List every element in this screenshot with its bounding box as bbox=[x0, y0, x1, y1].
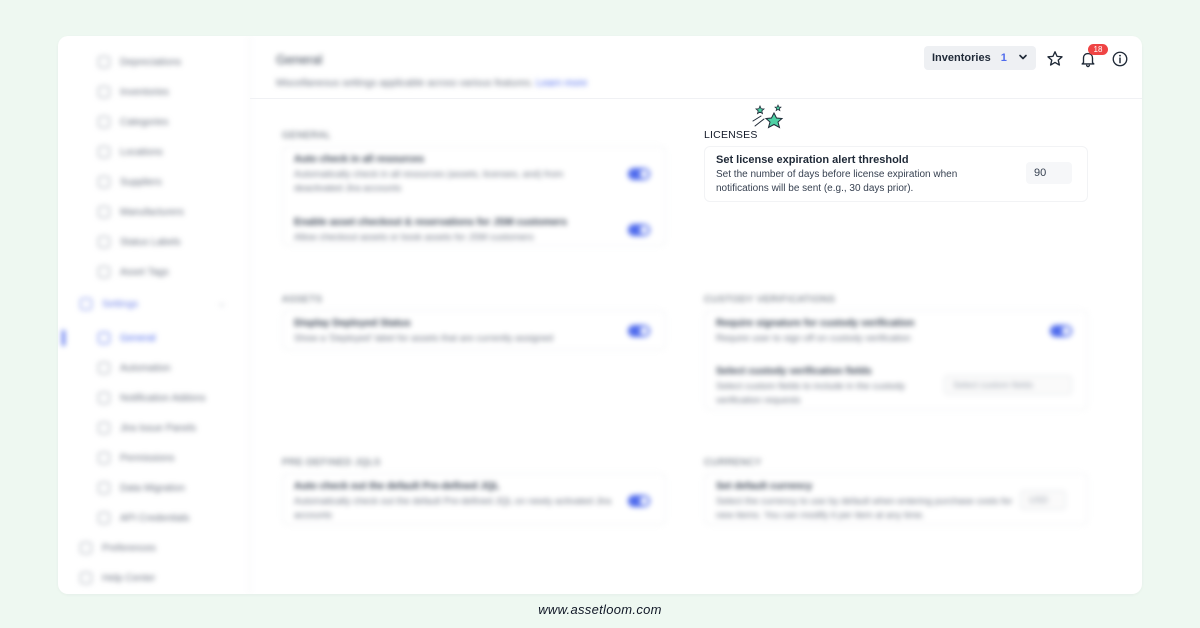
star-icon[interactable] bbox=[1046, 50, 1064, 68]
section-title: GENERAL bbox=[282, 130, 331, 141]
panel-icon bbox=[98, 422, 110, 434]
sidebar-item-categories[interactable]: Categories bbox=[98, 114, 168, 130]
auto-check-in-toggle[interactable] bbox=[628, 168, 650, 180]
section-title: CUSTODY VERIFICATIONS bbox=[704, 294, 836, 305]
sidebar: Depreciations Inventories Categories Loc… bbox=[58, 36, 250, 594]
license-threshold-desc: Set the number of days before license ex… bbox=[716, 169, 958, 194]
preferences-icon bbox=[80, 542, 92, 554]
location-icon bbox=[98, 146, 110, 158]
section-title: PRE-DEFINED JQLS bbox=[282, 457, 381, 468]
row-desc: Select custom fields to include in the c… bbox=[716, 381, 906, 406]
sidebar-item-status-labels[interactable]: Status Labels bbox=[98, 234, 181, 250]
chevron-down-icon bbox=[1018, 52, 1028, 65]
automation-icon bbox=[98, 362, 110, 374]
row-title: Display Deployed Status bbox=[294, 318, 411, 329]
sidebar-item-automation[interactable]: Automation bbox=[98, 360, 171, 376]
help-icon bbox=[80, 572, 92, 584]
inventory-icon bbox=[98, 86, 110, 98]
license-threshold-input[interactable] bbox=[1026, 162, 1072, 184]
section-title: ASSETS bbox=[282, 294, 323, 305]
notification-addon-icon bbox=[98, 392, 110, 404]
row-title: Set default currency bbox=[716, 481, 813, 492]
settings-icon bbox=[80, 298, 92, 310]
row-desc: Automatically check in all resources (as… bbox=[294, 169, 564, 194]
learn-more-link[interactable]: Learn more bbox=[536, 78, 587, 89]
sidebar-item-manufacturers[interactable]: Manufacturers bbox=[98, 204, 184, 220]
signature-toggle[interactable] bbox=[1050, 325, 1072, 337]
row-desc: Automatically check out the default Pre-… bbox=[294, 496, 612, 521]
inventory-label: Inventories bbox=[932, 52, 991, 64]
status-label-icon bbox=[98, 236, 110, 248]
sidebar-item-general[interactable]: General bbox=[98, 330, 156, 346]
sidebar-item-data-migration[interactable]: Data Migration bbox=[98, 480, 185, 496]
depreciation-icon bbox=[98, 56, 110, 68]
supplier-icon bbox=[98, 176, 110, 188]
inventory-switcher[interactable]: Inventories 1 bbox=[924, 46, 1036, 70]
sidebar-item-inventories[interactable]: Inventories bbox=[98, 84, 169, 100]
notification-badge: 18 bbox=[1088, 44, 1108, 55]
permission-icon bbox=[98, 452, 110, 464]
sidebar-item-api-credentials[interactable]: API Credentials bbox=[98, 510, 189, 526]
sidebar-item-preferences[interactable]: Preferences bbox=[80, 540, 156, 556]
row-desc: Allow checkout assets or book assets for… bbox=[294, 232, 534, 243]
inventory-count: 1 bbox=[1000, 52, 1007, 64]
license-threshold-title: Set license expiration alert threshold bbox=[716, 154, 909, 166]
row-title: Auto check in all resources bbox=[294, 154, 425, 165]
general-icon bbox=[98, 332, 110, 344]
active-indicator bbox=[62, 330, 65, 346]
row-title: Enable asset checkout & reservations for… bbox=[294, 217, 567, 228]
sidebar-item-settings[interactable]: Settings bbox=[80, 296, 138, 312]
row-title: Require signature for custody verificati… bbox=[716, 318, 915, 329]
migration-icon bbox=[98, 482, 110, 494]
currency-select[interactable]: USD bbox=[1020, 490, 1066, 510]
sidebar-item-help-center[interactable]: Help Center bbox=[80, 570, 155, 586]
row-desc: Require user to sign off on custody veri… bbox=[716, 333, 911, 344]
page-subtitle: Miscellaneous settings applicable across… bbox=[276, 78, 588, 89]
section-title: CURRENCY bbox=[704, 457, 762, 468]
sidebar-item-notification-addons[interactable]: Notification Addons bbox=[98, 390, 206, 406]
predefined-jql-toggle[interactable] bbox=[628, 495, 650, 507]
sidebar-item-locations[interactable]: Locations bbox=[98, 144, 163, 160]
info-icon[interactable] bbox=[1111, 50, 1129, 68]
sidebar-item-permissions[interactable]: Permissions bbox=[98, 450, 174, 466]
custody-fields-select[interactable]: Select custom fields bbox=[944, 375, 1072, 395]
row-desc: Select the currency to use by default wh… bbox=[716, 496, 1013, 521]
chevron-down-icon[interactable]: ⌄ bbox=[218, 298, 226, 309]
category-icon bbox=[98, 116, 110, 128]
sidebar-item-jira-issue-panels[interactable]: Jira Issue Panels bbox=[98, 420, 196, 436]
footer-url: www.assetloom.com bbox=[538, 602, 662, 617]
tag-icon bbox=[98, 266, 110, 278]
app-window: Depreciations Inventories Categories Loc… bbox=[58, 36, 1142, 594]
row-title: Select custody verification fields bbox=[716, 366, 872, 377]
sidebar-item-depreciations[interactable]: Depreciations bbox=[98, 54, 181, 70]
jsm-checkout-toggle[interactable] bbox=[628, 224, 650, 236]
sidebar-item-suppliers[interactable]: Suppliers bbox=[98, 174, 162, 190]
sparkle-stars-icon bbox=[752, 104, 784, 129]
row-desc: Show a 'Deployed' label for assets that … bbox=[294, 333, 554, 344]
api-icon bbox=[98, 512, 110, 524]
page-title: General bbox=[276, 52, 323, 67]
licenses-section-title: LICENSES bbox=[704, 129, 758, 141]
row-title: Auto check out the default Pre-defined J… bbox=[294, 481, 500, 492]
manufacturer-icon bbox=[98, 206, 110, 218]
deployed-status-toggle[interactable] bbox=[628, 325, 650, 337]
header-divider bbox=[250, 98, 1142, 99]
sidebar-item-asset-tags[interactable]: Asset Tags bbox=[98, 264, 169, 280]
